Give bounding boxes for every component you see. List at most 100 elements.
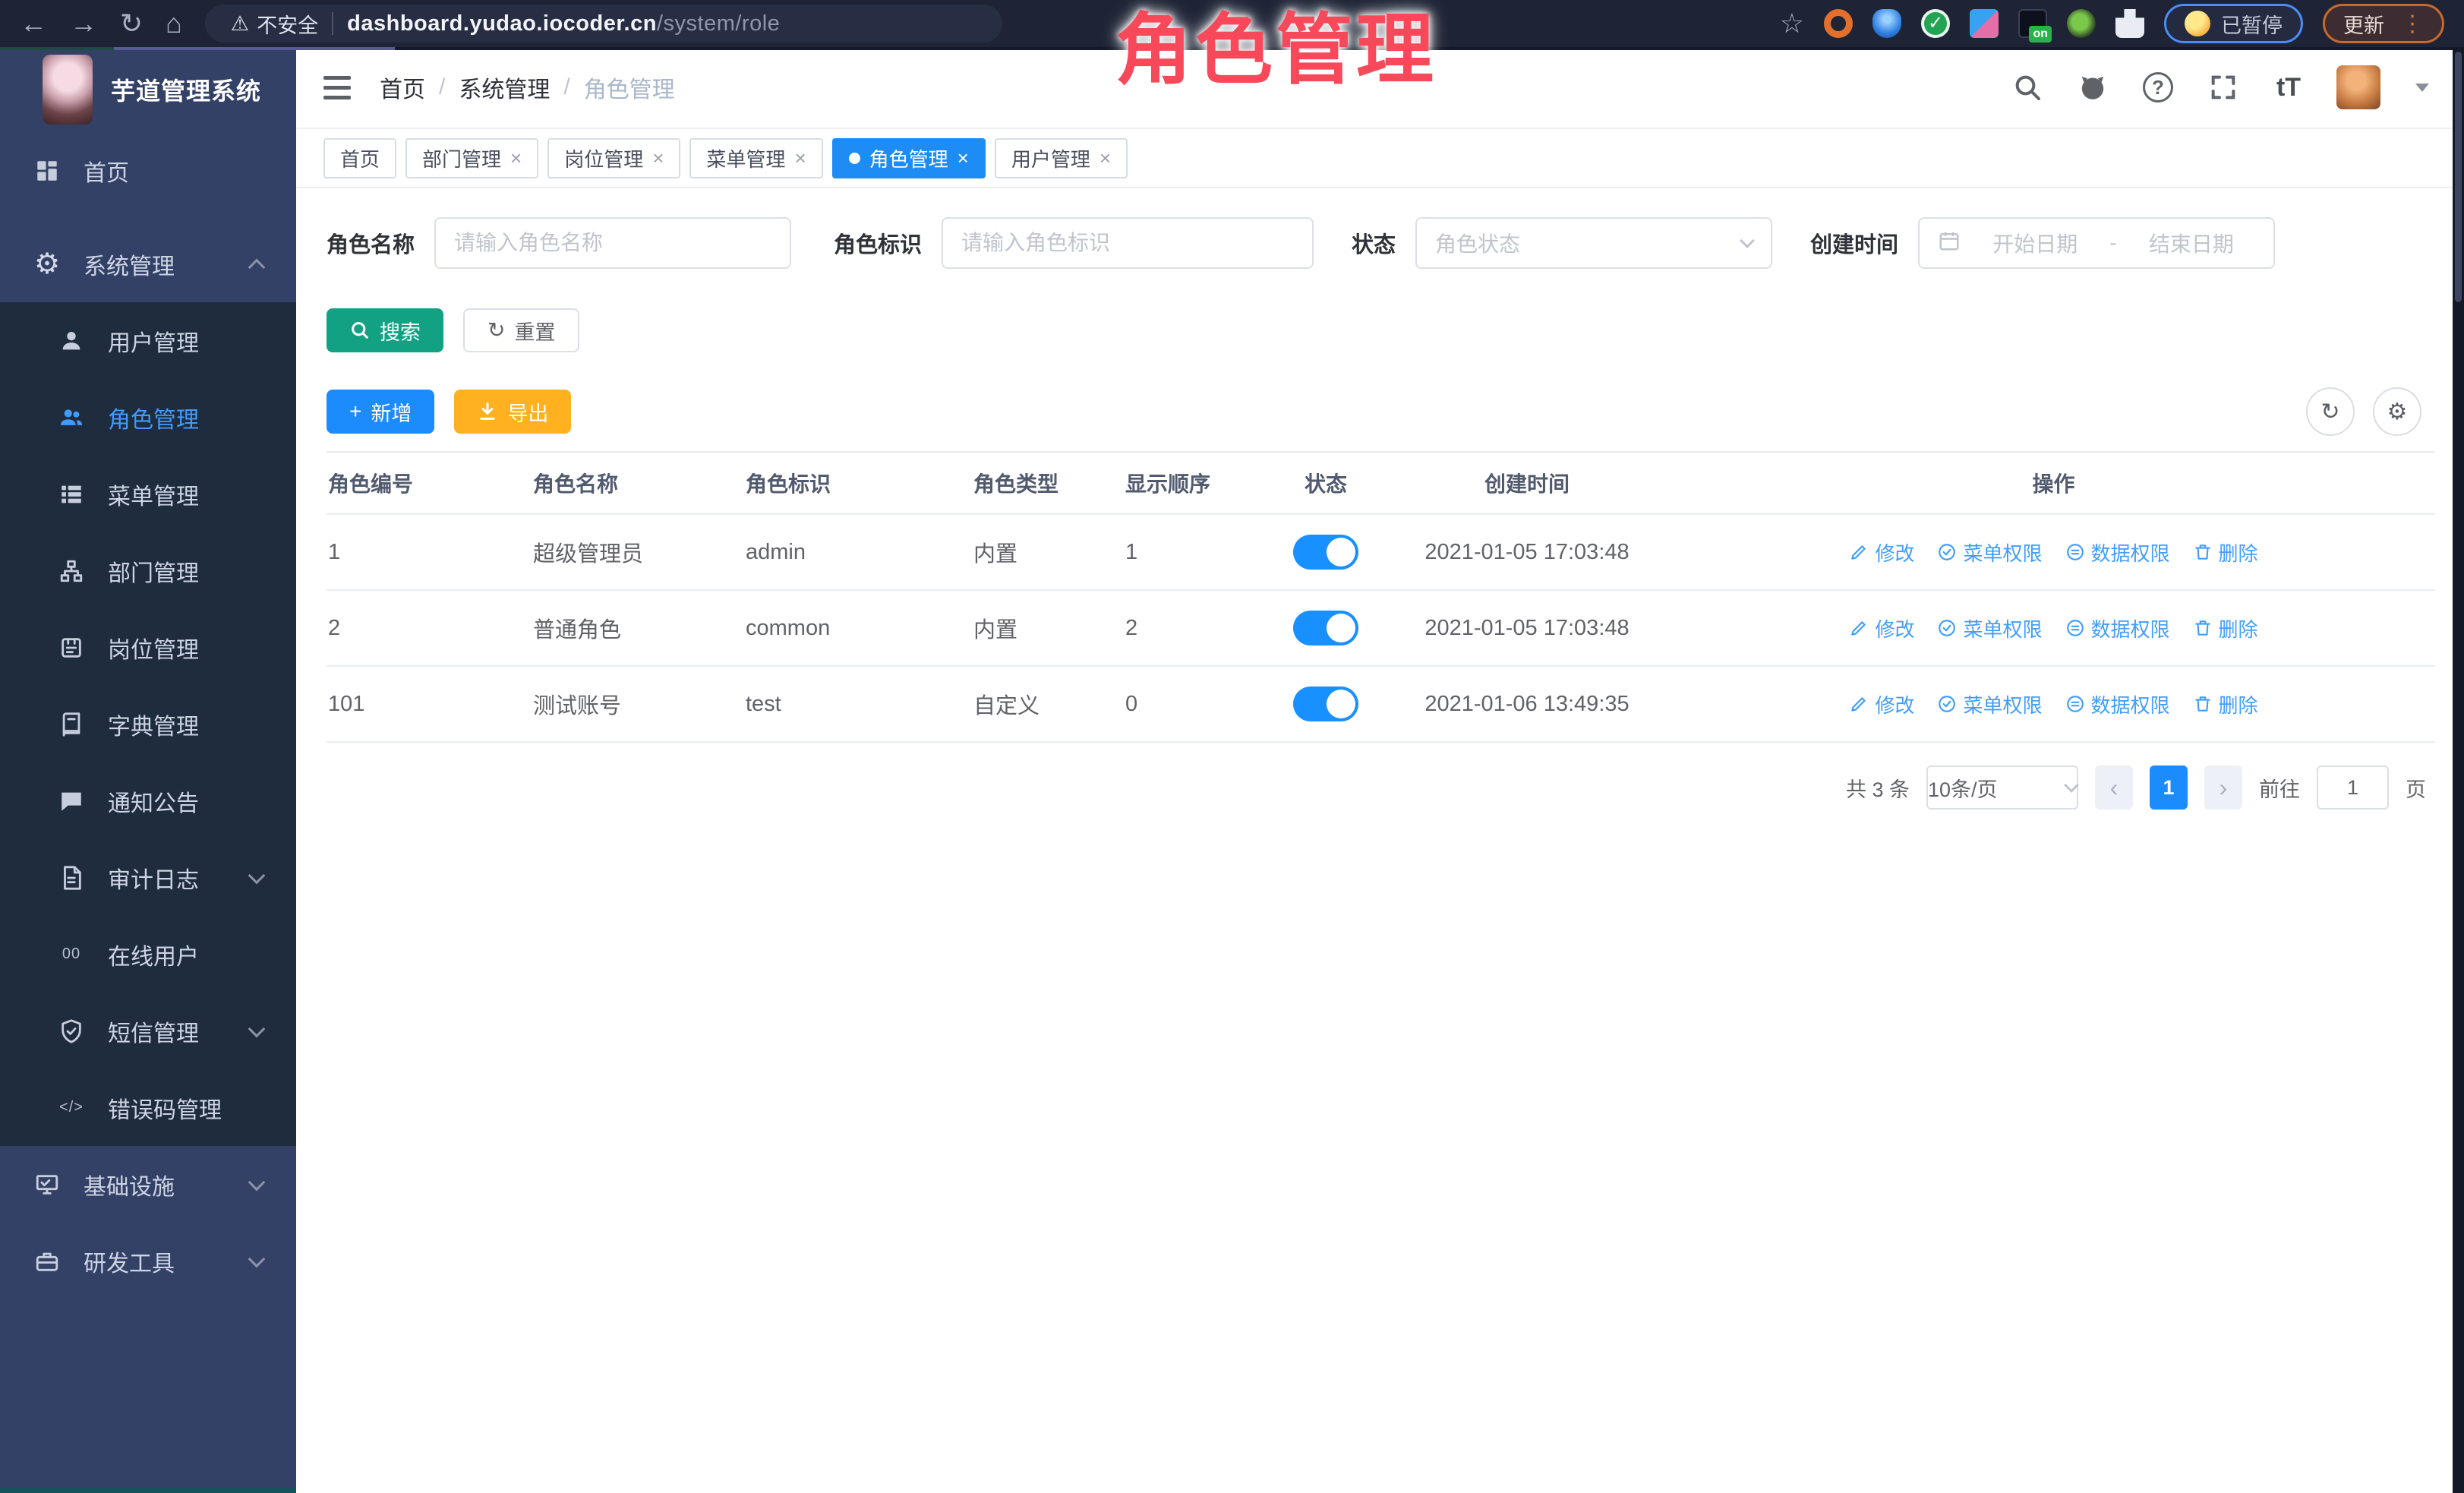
fullscreen-icon[interactable]: [2206, 70, 2241, 105]
text-size-icon[interactable]: tT: [2271, 70, 2306, 105]
next-page-button[interactable]: ›: [2204, 765, 2242, 810]
tag-menus[interactable]: 菜单管理×: [689, 138, 822, 178]
page-scrollbar[interactable]: [2453, 47, 2464, 1493]
sidebar-item-menus[interactable]: 菜单管理: [0, 456, 296, 532]
data-permission-link[interactable]: 数据权限: [2065, 690, 2170, 718]
tag-users[interactable]: 用户管理×: [995, 138, 1128, 178]
sidebar-item-error-codes[interactable]: </> 错误码管理: [0, 1069, 296, 1146]
current-page-button[interactable]: 1: [2150, 765, 2188, 810]
extension-icon[interactable]: [2067, 9, 2096, 38]
breadcrumb-home[interactable]: 首页: [380, 71, 425, 104]
sidebar-item-roles[interactable]: 角色管理: [0, 379, 296, 456]
sidebar-item-dictionary[interactable]: 字典管理: [0, 686, 296, 762]
chrome-menu-icon[interactable]: ⋮: [2401, 11, 2424, 37]
monitor-icon: [32, 1172, 62, 1198]
menu-list-icon: [56, 481, 87, 507]
add-button[interactable]: + 新增: [327, 390, 434, 434]
role-key-input[interactable]: [961, 231, 1294, 255]
table-settings: ↻ ⚙: [2306, 387, 2421, 436]
help-icon[interactable]: ?: [2141, 70, 2175, 105]
reset-button[interactable]: ↻ 重置: [463, 308, 579, 352]
hamburger-icon[interactable]: [323, 76, 351, 99]
sidebar-item-system[interactable]: ⚙ 系统管理: [0, 226, 296, 302]
sidebar-item-home[interactable]: 首页: [0, 132, 296, 209]
sidebar-item-departments[interactable]: 部门管理: [0, 532, 296, 609]
sidebar-item-audit-log[interactable]: 审计日志: [0, 839, 296, 916]
prev-page-button[interactable]: ‹: [2095, 765, 2133, 810]
chevron-down-icon: [2064, 778, 2079, 793]
sidebar-item-notices[interactable]: 通知公告: [0, 762, 296, 839]
status-toggle[interactable]: [1293, 611, 1358, 645]
data-permission-link[interactable]: 数据权限: [2065, 614, 2170, 642]
app-logo: [43, 55, 93, 125]
bookmark-star-icon[interactable]: ☆: [1780, 10, 1804, 37]
reload-icon[interactable]: ↻: [120, 10, 143, 37]
sidebar-item-users[interactable]: 用户管理: [0, 302, 296, 379]
update-button[interactable]: 更新 ⋮: [2323, 4, 2444, 43]
user-avatar[interactable]: [2336, 65, 2380, 109]
extension-icon[interactable]: [1824, 9, 1853, 38]
edit-link[interactable]: 修改: [1849, 614, 1914, 642]
extensions-puzzle-icon[interactable]: [2115, 9, 2144, 38]
status-toggle[interactable]: [1293, 535, 1358, 570]
menu-permission-link[interactable]: 菜单权限: [1937, 690, 2042, 718]
tag-posts[interactable]: 岗位管理×: [547, 138, 680, 178]
close-icon[interactable]: ×: [958, 147, 969, 170]
close-icon[interactable]: ×: [652, 147, 664, 170]
github-icon[interactable]: [2075, 70, 2110, 105]
search-button[interactable]: 搜索: [327, 308, 443, 352]
sidebar-item-dev-tools[interactable]: 研发工具: [0, 1223, 296, 1299]
chevron-down-icon: [248, 1020, 266, 1037]
app-frame: 芋道管理系统 首页 ⚙ 系统管理 用户管理: [0, 47, 2464, 1493]
sidebar-item-sms[interactable]: 短信管理: [0, 993, 296, 1069]
status-toggle[interactable]: [1293, 687, 1358, 721]
edit-link[interactable]: 修改: [1849, 690, 1914, 718]
sidebar-item-online-users[interactable]: 00 在线用户: [0, 916, 296, 993]
caret-down-icon[interactable]: [2415, 84, 2429, 92]
tag-home[interactable]: 首页: [323, 138, 396, 178]
close-icon[interactable]: ×: [1099, 147, 1111, 170]
user-icon: [56, 328, 87, 354]
column-settings-icon[interactable]: ⚙: [2373, 387, 2421, 436]
extension-icon[interactable]: ✓: [1921, 9, 1950, 38]
delete-link[interactable]: 删除: [2193, 538, 2258, 567]
col-header: 角色名称: [532, 468, 744, 498]
role-name-input[interactable]: [454, 231, 771, 255]
back-icon[interactable]: ←: [20, 10, 47, 37]
page-size-select[interactable]: 10条/页: [1926, 765, 2078, 810]
menu-permission-link[interactable]: 菜单权限: [1937, 614, 2042, 642]
data-permission-link[interactable]: 数据权限: [2065, 538, 2170, 567]
status-select[interactable]: 角色状态: [1415, 217, 1772, 269]
end-date-placeholder[interactable]: 结束日期: [2128, 228, 2255, 258]
tag-roles-active[interactable]: 角色管理×: [832, 138, 986, 178]
status-label: 状态: [1352, 227, 1396, 259]
breadcrumb-system[interactable]: 系统管理: [459, 71, 550, 104]
profile-paused-chip[interactable]: 已暂停: [2164, 4, 2303, 43]
date-range-picker[interactable]: 开始日期 - 结束日期: [1918, 217, 2275, 269]
cell-role-key: test: [744, 692, 972, 717]
extension-icon[interactable]: [1970, 9, 1999, 38]
start-date-placeholder[interactable]: 开始日期: [1971, 228, 2099, 258]
search-icon[interactable]: [2010, 70, 2045, 105]
export-button[interactable]: 导出: [454, 390, 571, 434]
menu-permission-link[interactable]: 菜单权限: [1937, 538, 2042, 567]
close-icon[interactable]: ×: [794, 147, 806, 170]
address-bar[interactable]: ⚠不安全 dashboard.yudao.iocoder.cn/system/r…: [205, 5, 1002, 43]
home-icon[interactable]: ⌂: [166, 10, 182, 37]
delete-link[interactable]: 删除: [2193, 690, 2258, 718]
delete-link[interactable]: 删除: [2193, 614, 2258, 642]
goto-page-input[interactable]: [2317, 765, 2389, 810]
close-icon[interactable]: ×: [510, 147, 522, 170]
cell-role-name: 超级管理员: [532, 536, 744, 568]
extension-icon[interactable]: on: [2018, 9, 2047, 38]
security-warning[interactable]: ⚠不安全: [231, 9, 318, 39]
forward-icon[interactable]: →: [70, 10, 97, 37]
edit-link[interactable]: 修改: [1849, 538, 1914, 567]
sidebar-item-posts[interactable]: 岗位管理: [0, 609, 296, 686]
refresh-table-icon[interactable]: ↻: [2306, 387, 2355, 436]
tag-departments[interactable]: 部门管理×: [405, 138, 538, 178]
app-logo-row[interactable]: 芋道管理系统: [0, 47, 296, 132]
extension-icon[interactable]: [1872, 9, 1901, 38]
sidebar-item-infrastructure[interactable]: 基础设施: [0, 1146, 296, 1223]
scrollbar-thumb[interactable]: [2455, 52, 2462, 302]
